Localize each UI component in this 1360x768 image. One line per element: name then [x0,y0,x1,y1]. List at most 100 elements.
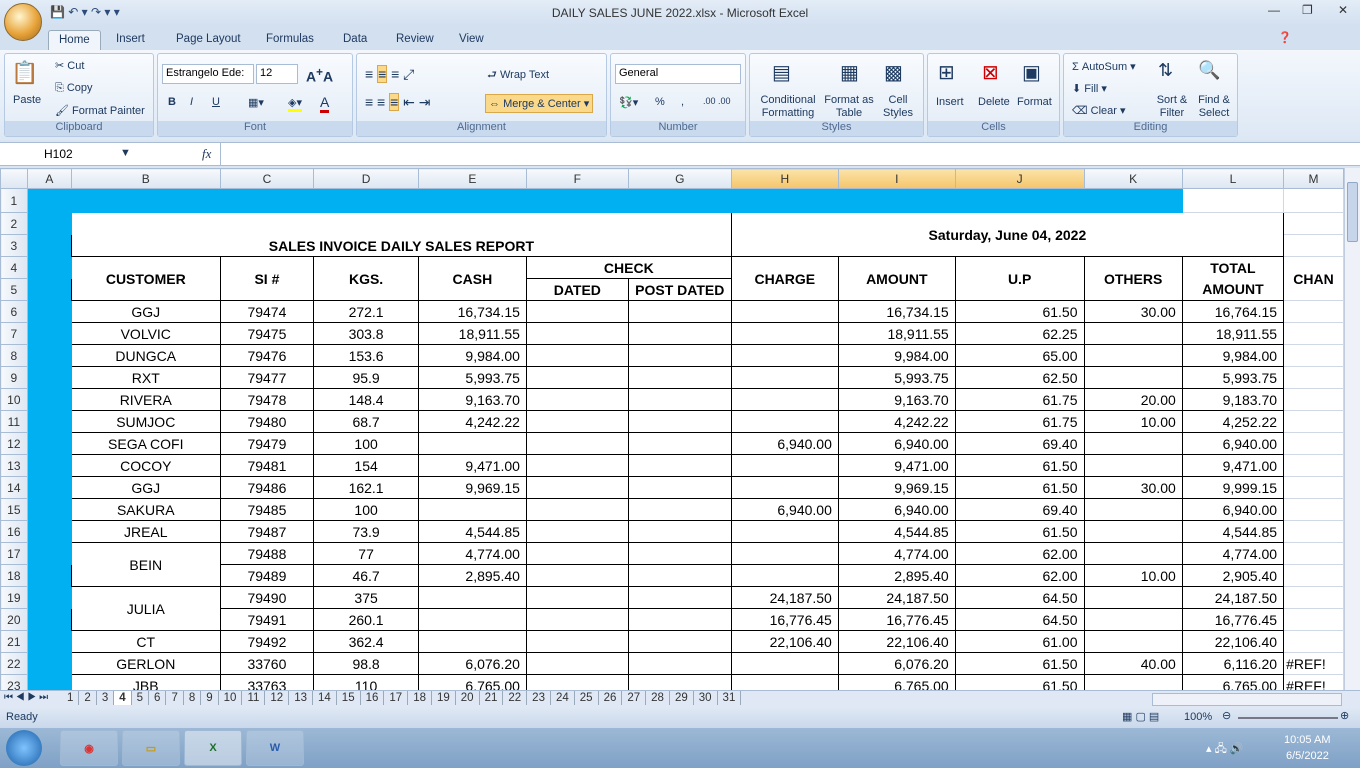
cell-cash[interactable] [417,498,527,521]
cell-kgs[interactable]: 303.8 [313,322,419,345]
cell-customer[interactable]: BEIN [71,542,221,587]
cell-amount[interactable]: 16,776.45 [837,608,956,631]
sheet-tab-24[interactable]: 24 [551,691,575,705]
cell-a[interactable] [26,674,73,690]
cell-total[interactable]: 5,993.75 [1181,366,1285,389]
cell-m[interactable] [1283,608,1344,631]
cell-others[interactable]: 40.00 [1083,652,1183,675]
sheet-tab-11[interactable]: 11 [242,691,266,705]
cell-up[interactable]: 61.75 [954,388,1085,411]
column-header-G[interactable]: G [627,168,732,189]
cell-dated[interactable] [525,564,629,587]
report-date[interactable]: Saturday, June 04, 2022 [730,212,1285,257]
cell-total[interactable]: 6,940.00 [1181,498,1285,521]
cell-cash[interactable]: 6,765.00 [417,674,527,690]
cell-dated[interactable] [525,608,629,631]
cell-amount[interactable]: 18,911.55 [837,322,956,345]
column-header-K[interactable]: K [1083,168,1183,189]
cell-amount[interactable]: 6,076.20 [837,652,956,675]
cell-charge[interactable] [730,322,839,345]
cell-m[interactable] [1283,476,1344,499]
cell-cash[interactable]: 9,163.70 [417,388,527,411]
cell-total[interactable]: 9,984.00 [1181,344,1285,367]
sheet-nav-arrows[interactable]: ⏮ ◀ ▶ ⏭ [4,692,48,703]
row-header-22[interactable]: 22 [0,652,28,675]
chrome-taskbar-icon[interactable]: ◉ [60,730,118,766]
sheet-tab-16[interactable]: 16 [361,691,385,705]
cell-charge[interactable] [730,300,839,323]
cell-total[interactable]: 6,765.00 [1181,674,1285,690]
italic-button[interactable]: I [190,96,193,108]
cell-customer[interactable]: CT [71,630,221,653]
cell-others[interactable] [1083,432,1183,455]
sheet-tab-8[interactable]: 8 [184,691,202,705]
cell-dated[interactable] [525,498,629,521]
name-box[interactable]: H102 [44,147,73,161]
cell-charge[interactable] [730,542,839,565]
borders-icon[interactable]: ▦▾ [248,96,264,109]
cell-a[interactable] [26,234,73,257]
cell-a[interactable] [26,564,73,587]
cell-amount[interactable]: 9,984.00 [837,344,956,367]
sheet-tab-5[interactable]: 5 [132,691,150,705]
percent-button[interactable]: % [655,96,665,108]
cell-charge[interactable]: 16,776.45 [730,608,839,631]
tab-formulas[interactable]: Formulas [256,30,324,50]
column-header-B[interactable]: B [71,168,221,189]
cell-dated[interactable] [525,300,629,323]
cell-amount[interactable]: 16,734.15 [837,300,956,323]
sheet-tab-4[interactable]: 4 [114,691,132,705]
cell-up[interactable]: 61.50 [954,674,1085,690]
cell-up[interactable]: 61.50 [954,300,1085,323]
cell-a[interactable] [26,542,73,565]
cell-amount[interactable]: 22,106.40 [837,630,956,653]
wrap-text-button[interactable]: ⮐ Wrap Text [487,66,549,85]
row-header-12[interactable]: 12 [0,432,28,455]
cell-a[interactable] [26,630,73,653]
cell-a[interactable] [26,188,73,213]
fill-color-icon[interactable]: ◈▾ [288,96,302,112]
cell-cash[interactable]: 4,242.22 [417,410,527,433]
cell-si[interactable]: 79474 [219,300,315,323]
cell-others[interactable] [1083,608,1183,631]
sheet-tab-9[interactable]: 9 [201,691,219,705]
autosum-button[interactable]: Σ AutoSum ▾ [1072,60,1136,73]
cell-charge[interactable]: 22,106.40 [730,630,839,653]
cell-customer[interactable]: SEGA COFI [71,432,221,455]
row-header-8[interactable]: 8 [0,344,28,367]
cell-kgs[interactable]: 100 [313,498,419,521]
cell-charge[interactable] [730,476,839,499]
cell-dated[interactable] [525,366,629,389]
tab-page-layout[interactable]: Page Layout [166,30,251,50]
cell-post-dated[interactable] [627,300,732,323]
row-header-18[interactable]: 18 [0,564,28,587]
tab-insert[interactable]: Insert [106,30,155,50]
find-select-button[interactable]: Find & Select [1192,94,1236,120]
cell-a[interactable] [26,454,73,477]
horizontal-align-icons[interactable]: ≡ ≡ ≡ ⇤ ⇥ [365,93,431,111]
currency-icon[interactable]: 💱▾ [619,96,638,109]
cell-customer[interactable]: GERLON [71,652,221,675]
row-header-20[interactable]: 20 [0,608,28,631]
cell-customer[interactable]: DUNGCA [71,344,221,367]
column-header-A[interactable]: A [26,168,73,189]
tray-icons[interactable]: ▴ 🖧 🔊 [1206,740,1244,759]
cell-si[interactable]: 79488 [219,542,315,565]
cell-m[interactable]: #REF! [1283,652,1344,675]
paste-button[interactable]: Paste [13,94,41,106]
cell-dated[interactable] [525,586,629,609]
sheet-tab-12[interactable]: 12 [265,691,290,705]
cell-post-dated[interactable] [627,542,732,565]
cell-kgs[interactable]: 46.7 [313,564,419,587]
cell-si[interactable]: 79487 [219,520,315,543]
cell-total[interactable]: 4,774.00 [1181,542,1285,565]
sheet-tab-14[interactable]: 14 [313,691,337,705]
cell-kgs[interactable]: 73.9 [313,520,419,543]
cell-dated[interactable] [525,542,629,565]
cell-post-dated[interactable] [627,652,732,675]
cell-up[interactable]: 62.00 [954,564,1085,587]
cell-charge[interactable] [730,564,839,587]
cell-amount[interactable]: 9,471.00 [837,454,956,477]
cell[interactable] [1283,212,1344,235]
cell-kgs[interactable]: 260.1 [313,608,419,631]
